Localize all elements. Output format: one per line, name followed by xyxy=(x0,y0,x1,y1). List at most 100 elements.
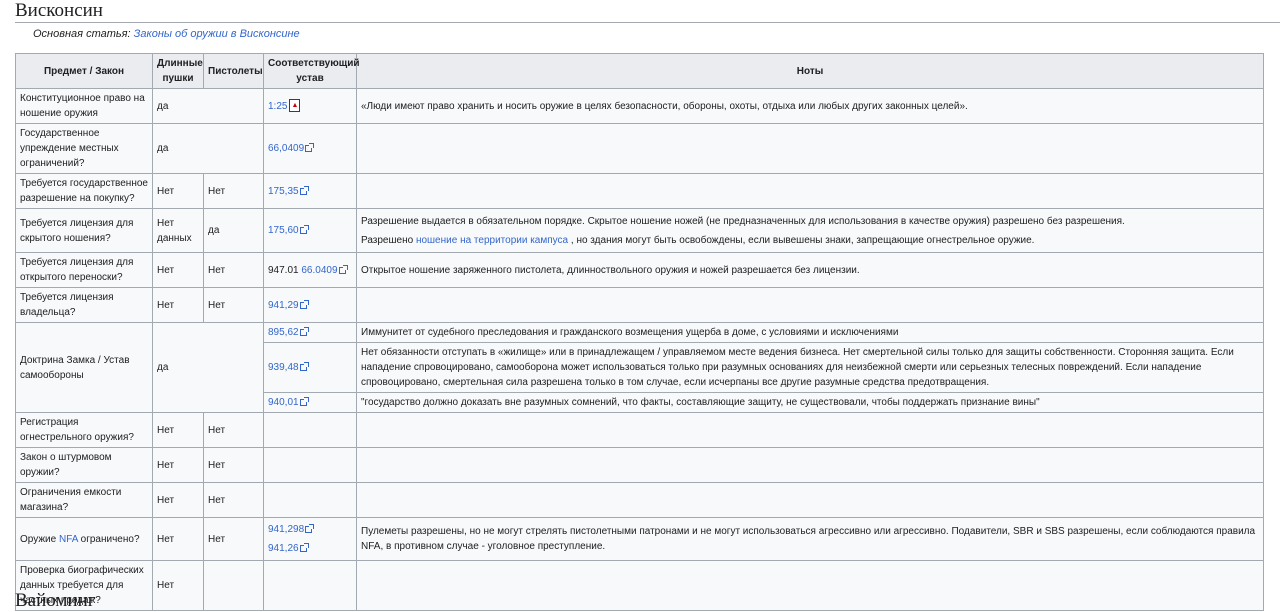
external-link-icon xyxy=(299,362,309,371)
hatnote: Основная статья: Законы об оружии в Виск… xyxy=(33,28,300,40)
handguns-cell: Нет xyxy=(203,482,264,518)
long-guns-cell: Нет данных xyxy=(152,208,204,253)
external-link-icon xyxy=(299,299,309,309)
statute-cell xyxy=(263,447,357,483)
notes-cell: Иммунитет от судебного преследования и г… xyxy=(356,322,1264,343)
long-guns-cell: Нет xyxy=(152,517,204,561)
table-row: Регистрация огнестрельного оружия? Нет Н… xyxy=(15,412,1264,448)
external-link-icon xyxy=(299,327,309,336)
statute-cell: 66,0409 xyxy=(263,123,357,174)
statute-cell: 895,62 xyxy=(263,322,357,343)
long-guns-cell: да xyxy=(152,322,264,413)
hatnote-prefix: Основная статья: xyxy=(33,28,131,40)
table-row: Государственное упреждение местных огран… xyxy=(15,123,1264,174)
statute-cell: 941,29 xyxy=(263,287,357,323)
handguns-cell: Нет xyxy=(203,287,264,323)
handguns-cell: Нет xyxy=(203,252,264,288)
external-link-icon xyxy=(338,264,348,274)
table-row: Требуется лицензия для открытого перенос… xyxy=(15,252,1264,288)
external-link-icon xyxy=(299,185,309,195)
notes-text: Разрешено xyxy=(361,234,414,246)
notes-cell: Разрешение выдается в обязательном поряд… xyxy=(356,208,1264,253)
header-statute: Соответствующий устав xyxy=(263,53,360,89)
statute-link[interactable]: 941,29 xyxy=(268,300,299,311)
statute-link[interactable]: 175,60 xyxy=(268,225,299,236)
next-section-title: Вайоминг xyxy=(15,590,96,611)
statute-cell xyxy=(263,560,357,611)
notes-paragraph: Разрешение выдается в обязательном поряд… xyxy=(361,215,1125,227)
long-guns-cell: Нет xyxy=(152,252,204,288)
external-link-icon xyxy=(299,397,309,406)
statute-cell: 947.01 66.0409 xyxy=(263,252,357,288)
table-row: Конституционное право на ношение оружия … xyxy=(15,88,1264,124)
statute-link[interactable]: 941,298 xyxy=(268,524,304,535)
notes-cell: Пулеметы разрешены, но не могут стрелять… xyxy=(356,517,1264,561)
table-row: Проверка биографических данных требуется… xyxy=(15,560,1264,611)
statute-link[interactable]: 941,26 xyxy=(268,543,299,554)
external-link-icon xyxy=(299,225,309,234)
table-row: Оружие NFA ограничено? Нет Нет 941,298 94… xyxy=(15,517,1264,561)
notes-cell: «Люди имеют право хранить и носить оружи… xyxy=(356,88,1264,124)
handguns-cell: Нет xyxy=(203,412,264,448)
notes-text: , но здания могут быть освобождены, если… xyxy=(570,234,1035,246)
notes-paragraph: Разрешено ношение на территории кампуса … xyxy=(361,233,1259,248)
main-article-link[interactable]: Законы об оружии в Висконсине xyxy=(134,28,300,40)
long-guns-cell: Нет xyxy=(152,482,204,518)
section-title: Висконсин xyxy=(15,0,1280,23)
statute-cell: 940,01 xyxy=(263,392,357,413)
table-row: Требуется лицензия владельца? Нет Нет 94… xyxy=(15,287,1264,323)
statute-cell xyxy=(263,482,357,518)
subject-cell: Государственное упреждение местных огран… xyxy=(15,123,153,174)
notes-cell xyxy=(356,447,1264,483)
long-guns-cell: Нет xyxy=(152,287,204,323)
statute-link[interactable]: 940,01 xyxy=(268,397,299,408)
notes-cell: Нет обязанности отступать в «жилище» или… xyxy=(356,342,1264,393)
nfa-link[interactable]: NFA xyxy=(59,534,78,545)
subject-cell: Закон о штурмовом оружии? xyxy=(15,447,153,483)
notes-cell: Открытое ношение заряженного пистолета, … xyxy=(356,252,1264,288)
external-link-icon xyxy=(305,524,315,533)
campus-carry-link[interactable]: ношение на территории кампуса xyxy=(416,235,568,246)
long-guns-cell: да xyxy=(152,123,264,174)
statute-link[interactable]: 66,0409 xyxy=(268,143,304,154)
long-guns-cell: Нет xyxy=(152,173,204,209)
notes-cell: "государство должно доказать вне разумны… xyxy=(356,392,1264,413)
subject-cell: Регистрация огнестрельного оружия? xyxy=(15,412,153,448)
subject-cell: Доктрина Замка / Устав самообороны xyxy=(15,322,153,413)
table-row: Доктрина Замка / Устав самообороны да 89… xyxy=(15,322,1264,413)
subject-cell: Конституционное право на ношение оружия xyxy=(15,88,153,124)
subject-cell: Требуется лицензия владельца? xyxy=(15,287,153,323)
subject-cell: Требуется лицензия для открытого перенос… xyxy=(15,252,153,288)
notes-cell xyxy=(356,482,1264,518)
statute-cell: 1:25 ▲ xyxy=(263,88,357,124)
subject-cell: Требуется государственное разрешение на … xyxy=(15,173,153,209)
header-notes: Ноты xyxy=(356,53,1264,89)
statute-cell: 941,298 941,26 xyxy=(263,517,357,561)
header-handguns: Пистолеты xyxy=(203,53,264,89)
statute-link[interactable]: 895,62 xyxy=(268,327,299,338)
statute-link[interactable]: 1:25 xyxy=(268,101,287,112)
handguns-cell xyxy=(203,560,264,611)
table-row: Ограничения емкости магазина? Нет Нет xyxy=(15,482,1264,518)
handguns-cell: Нет xyxy=(203,517,264,561)
table-header-row: Предмет / Закон Длинные пушки Пистолеты … xyxy=(15,53,1264,89)
subject-cell: Требуется лицензия для скрытого ношения? xyxy=(15,208,153,253)
statute-cell: 939,48 xyxy=(263,342,357,393)
subject-cell: Оружие NFA ограничено? xyxy=(15,517,153,561)
long-guns-cell: Нет xyxy=(152,560,204,611)
statute-link[interactable]: 175,35 xyxy=(268,186,299,197)
subject-cell: Ограничения емкости магазина? xyxy=(15,482,153,518)
pdf-icon: ▲ xyxy=(289,99,301,113)
external-link-icon xyxy=(299,543,309,552)
statute-link[interactable]: 66.0409 xyxy=(301,265,337,276)
table-row: Закон о штурмовом оружии? Нет Нет xyxy=(15,447,1264,483)
long-guns-cell: да xyxy=(152,88,264,124)
statute-cell: 175,35 xyxy=(263,173,357,209)
handguns-cell: да xyxy=(203,208,264,253)
statute-link[interactable]: 939,48 xyxy=(268,362,299,373)
subject-text: ограничено? xyxy=(80,533,140,545)
notes-cell xyxy=(356,560,1264,611)
handguns-cell: Нет xyxy=(203,447,264,483)
notes-cell xyxy=(356,123,1264,174)
long-guns-cell: Нет xyxy=(152,412,204,448)
